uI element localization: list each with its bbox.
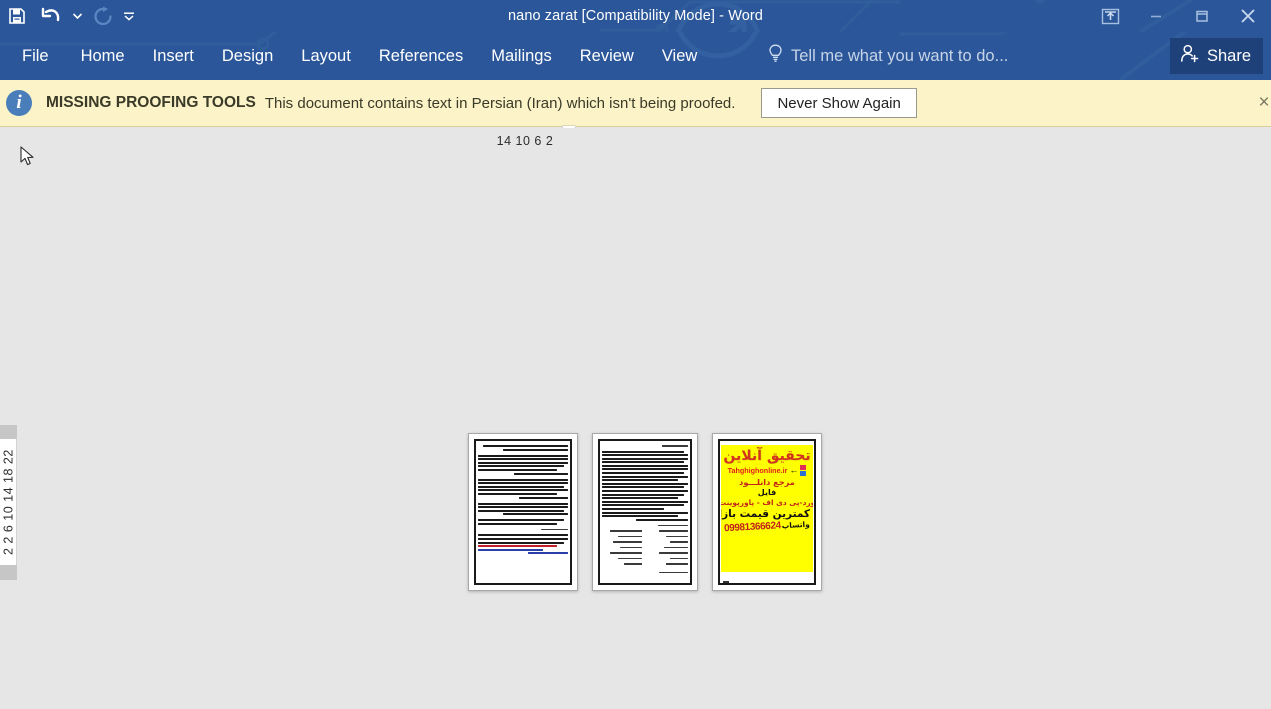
message-bar: i MISSING PROOFING TOOLS This document c…: [0, 80, 1271, 127]
horizontal-ruler-ticks: 14 10 6 2: [496, 134, 554, 148]
ad-line-1: مرجع دانلـــود: [739, 477, 795, 487]
document-canvas[interactable]: تحقیق آنلاین Tahghighonline.ir ← مرجع دا…: [17, 128, 1271, 709]
document-page-3[interactable]: تحقیق آنلاین Tahghighonline.ir ← مرجع دا…: [712, 433, 822, 591]
page-2-footer: [658, 571, 688, 575]
customize-qat-button[interactable]: [120, 1, 138, 31]
window-controls[interactable]: [1087, 0, 1271, 32]
instagram-icon: [800, 465, 807, 470]
tab-mailings[interactable]: Mailings: [477, 32, 566, 80]
save-button[interactable]: [0, 1, 34, 31]
tab-design[interactable]: Design: [208, 32, 287, 80]
telegram-icon: [800, 471, 807, 476]
page-3-footer-mark: [723, 581, 729, 583]
advertisement-block: تحقیق آنلاین Tahghighonline.ir ← مرجع دا…: [721, 445, 813, 572]
ad-title: تحقیق آنلاین: [723, 448, 811, 464]
document-page-1[interactable]: [468, 433, 578, 591]
message-bar-title: MISSING PROOFING TOOLS: [46, 94, 256, 111]
info-icon: i: [6, 90, 32, 116]
window-title: nano zarat [Compatibility Mode] - Word: [508, 8, 763, 24]
tell-me-placeholder: Tell me what you want to do...: [791, 46, 1009, 65]
ad-url: Tahghighonline.ir: [727, 466, 788, 475]
share-button-label: Share: [1206, 46, 1251, 65]
tab-view[interactable]: View: [648, 32, 711, 80]
ad-line-3: ورد-پی دی اف - پاورپوینت: [721, 497, 813, 507]
vertical-ruler-ticks: 2 2 6 10 14 18 22: [1, 449, 16, 556]
ribbon-tabs[interactable]: File Home Insert Design Layout Reference…: [0, 32, 711, 80]
page-2-list: [602, 530, 688, 566]
ribbon-display-options-button[interactable]: [1087, 0, 1133, 32]
page-1-content: [478, 445, 568, 579]
word-window: nano zarat [Compatibility Mode] - Word F…: [0, 0, 1271, 709]
ribbon-tab-bar: File Home Insert Design Layout Reference…: [0, 32, 1271, 80]
tab-layout[interactable]: Layout: [287, 32, 365, 80]
quick-access-toolbar[interactable]: [0, 0, 138, 32]
page-thumbnails: تحقیق آنلاین Tahghighonline.ir ← مرجع دا…: [468, 433, 822, 591]
arrow-left-icon: ←: [789, 465, 799, 475]
page-2-content: [602, 445, 688, 579]
page-2-list-col-right: [648, 530, 688, 566]
never-show-again-button[interactable]: Never Show Again: [761, 88, 917, 118]
message-bar-close-icon[interactable]: ×: [1253, 92, 1271, 114]
share-button[interactable]: Share: [1169, 38, 1263, 74]
tab-file[interactable]: File: [0, 32, 67, 80]
ad-whatsapp-label: واتساپ: [781, 519, 811, 531]
page-2-list-col-left: [602, 530, 642, 566]
ad-line-2: فایل: [757, 488, 777, 498]
minimize-button[interactable]: [1133, 0, 1179, 32]
title-bar: nano zarat [Compatibility Mode] - Word: [0, 0, 1271, 32]
ad-phone-number: 09981366624: [723, 520, 782, 535]
ad-url-row: Tahghighonline.ir ←: [728, 465, 807, 476]
undo-button[interactable]: [34, 1, 68, 31]
undo-dropdown-button[interactable]: [68, 1, 86, 31]
tab-insert[interactable]: Insert: [139, 32, 208, 80]
vertical-ruler[interactable]: 2 2 6 10 14 18 22: [0, 128, 17, 709]
restore-button[interactable]: [1179, 0, 1225, 32]
redo-button[interactable]: [86, 1, 120, 31]
tab-home[interactable]: Home: [67, 32, 139, 80]
ad-social-icons: [800, 465, 807, 476]
tell-me-search[interactable]: Tell me what you want to do...: [768, 32, 1008, 80]
ad-contact-row: 09981366624 واتساپ: [724, 519, 810, 534]
tab-references[interactable]: References: [365, 32, 477, 80]
document-page-2[interactable]: [592, 433, 698, 591]
message-bar-text: This document contains text in Persian (…: [264, 94, 736, 112]
share-person-icon: [1180, 44, 1200, 68]
close-button[interactable]: [1225, 0, 1271, 32]
lightbulb-icon: [768, 44, 783, 68]
tab-review[interactable]: Review: [566, 32, 648, 80]
